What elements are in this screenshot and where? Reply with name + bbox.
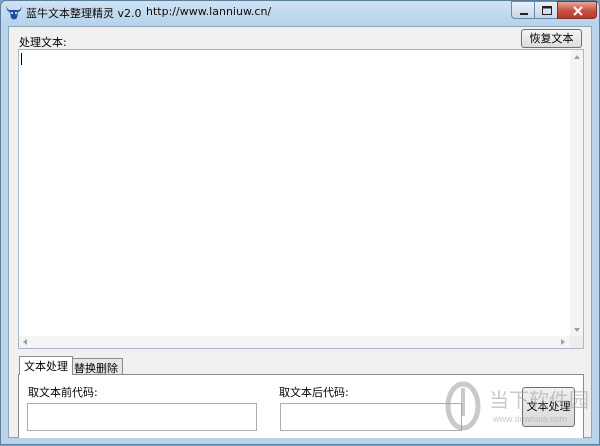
bull-logo-icon [5,4,23,21]
close-button[interactable] [557,1,597,19]
text-processing-panel: 取文本前代码: 取文本后代码: 文本处理 [18,374,584,438]
window-url: http://www.lanniuw.cn/ [146,5,272,18]
tab-replace-delete[interactable]: 替换删除 [69,358,123,375]
suffix-code-label: 取文本后代码: [279,386,349,399]
close-icon [573,6,583,16]
minimize-icon [520,13,528,15]
client-area: 处理文本: 恢复文本 文本处理 替换删除 取文本前代码: 取文本后代码: 文本处… [8,26,592,438]
maximize-button[interactable] [534,1,558,19]
scrollbar-corner [570,336,583,348]
prefix-code-label: 取文本前代码: [28,386,98,399]
app-window: 蓝牛文本整理精灵 v2.0 http://www.lanniuw.cn/ 处理文… [0,0,600,445]
minimize-button[interactable] [511,1,535,19]
scroll-up-icon[interactable] [574,55,580,59]
window-title: 蓝牛文本整理精灵 v2.0 [26,7,142,20]
vertical-scrollbar[interactable] [570,50,583,338]
tab-text-processing[interactable]: 文本处理 [19,356,73,375]
maximize-icon [542,6,552,15]
title-bar[interactable]: 蓝牛文本整理精灵 v2.0 http://www.lanniuw.cn/ [1,1,599,25]
scroll-down-icon[interactable] [574,328,580,332]
text-caret [21,53,22,65]
scroll-right-icon[interactable] [561,339,565,345]
text-editor[interactable] [18,49,584,349]
prefix-code-input[interactable] [27,403,257,431]
suffix-code-input[interactable] [280,403,462,431]
horizontal-scrollbar[interactable] [19,336,571,348]
process-text-button[interactable]: 文本处理 [522,387,575,427]
scroll-left-icon[interactable] [23,339,27,345]
process-text-label: 处理文本: [19,36,67,49]
restore-text-button[interactable]: 恢复文本 [521,29,582,48]
